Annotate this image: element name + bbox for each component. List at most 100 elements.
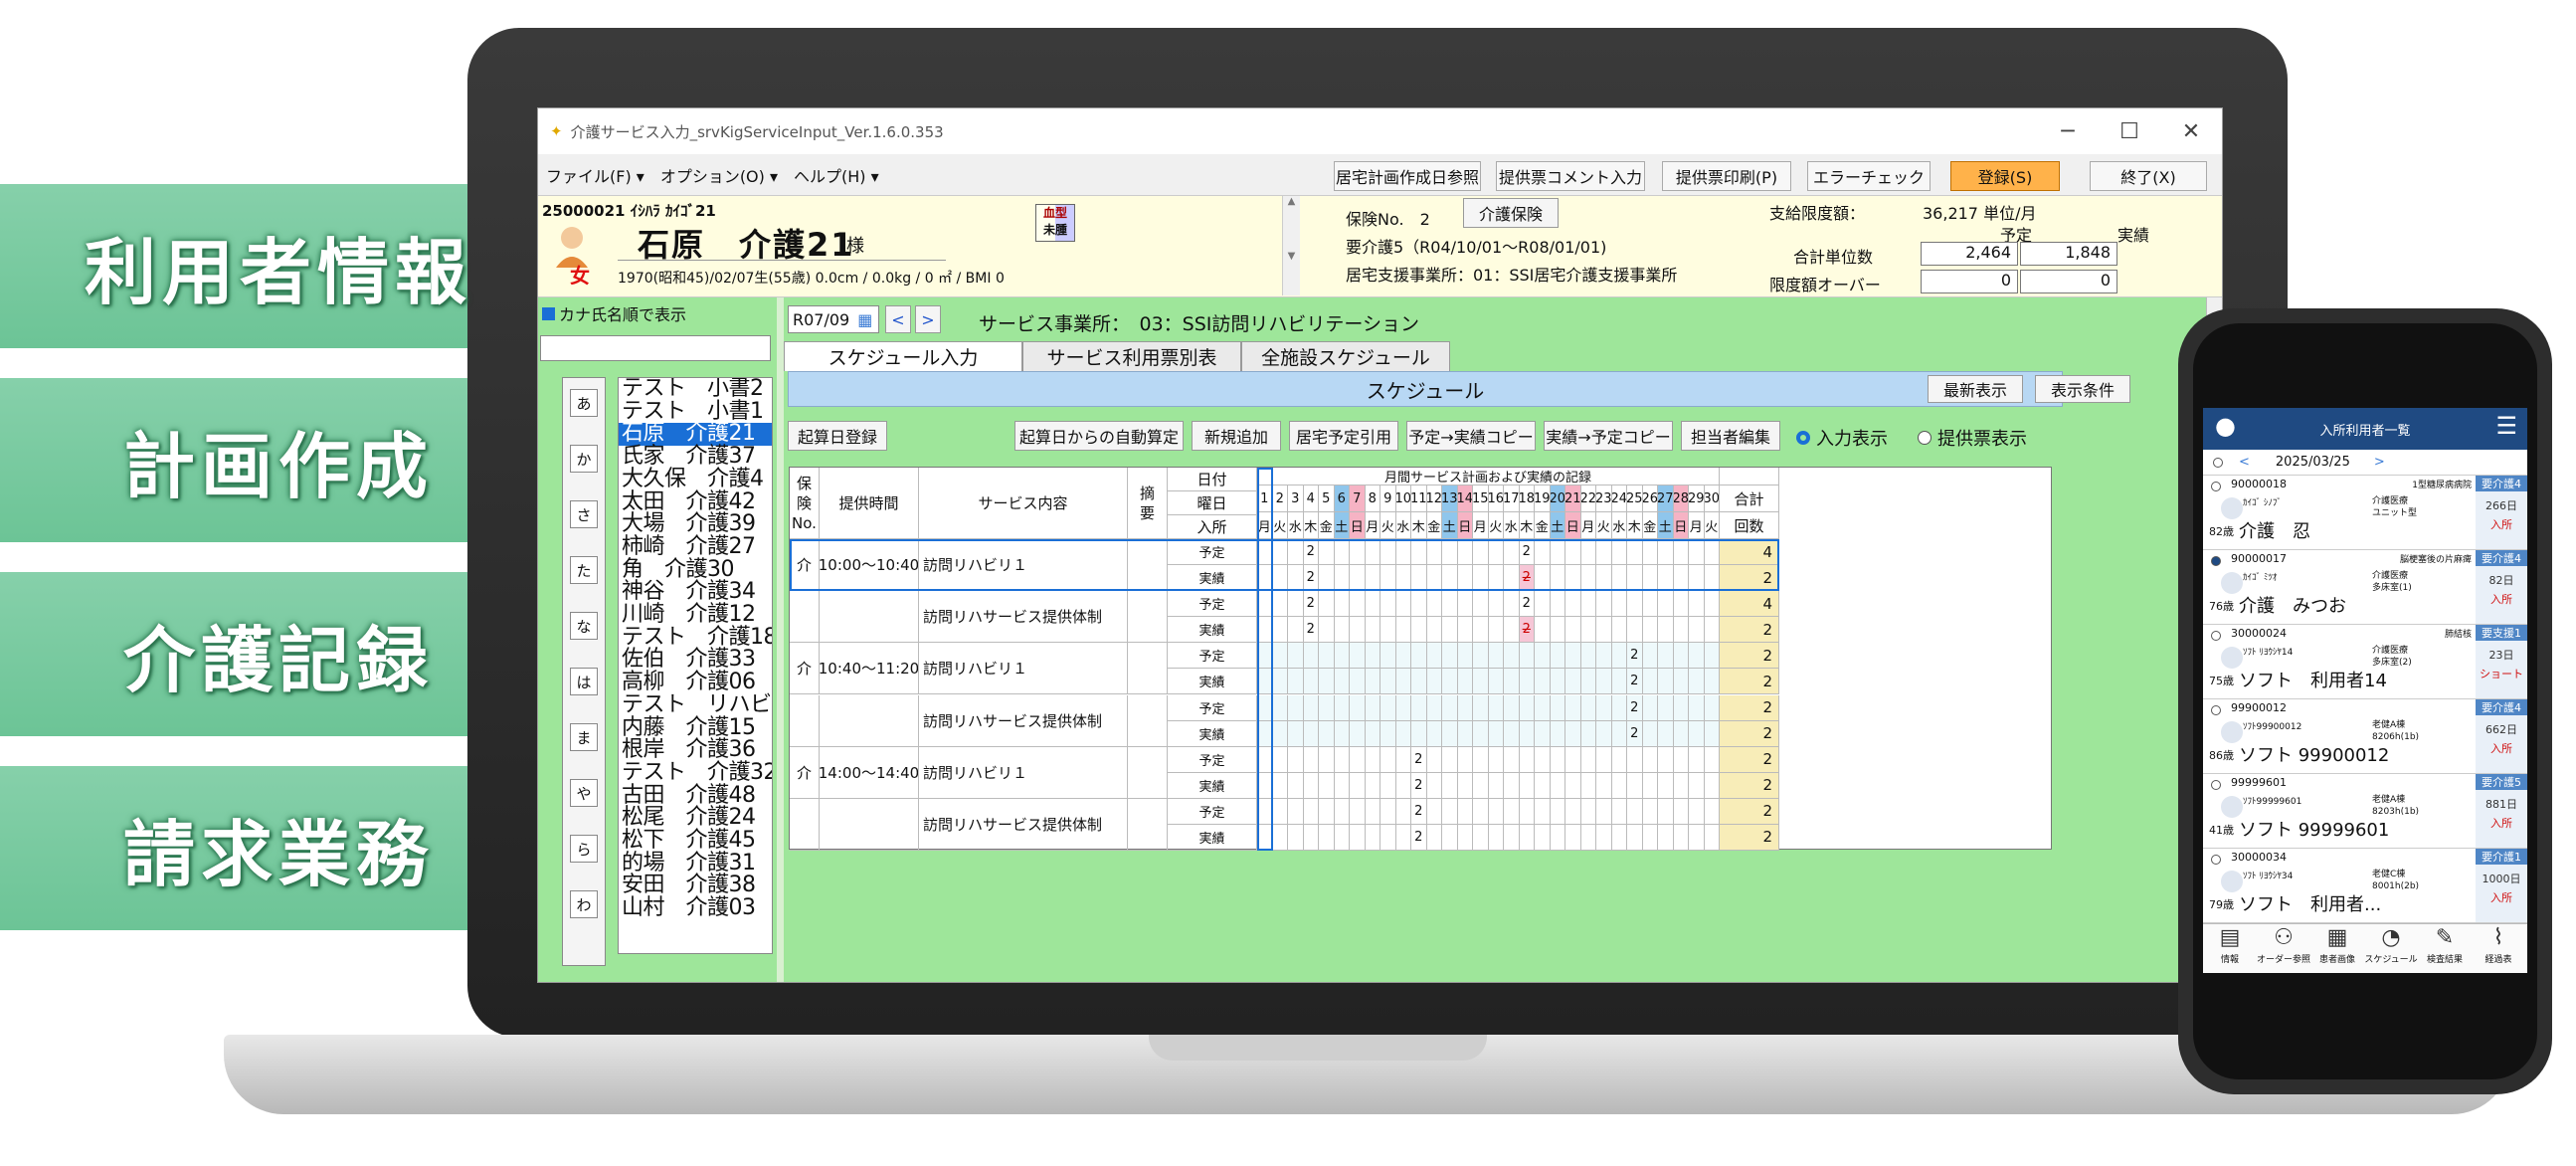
day-value-cell[interactable] [1627, 591, 1643, 618]
radio-provide-view[interactable]: 提供票表示 [1918, 425, 2027, 451]
day-value-cell[interactable] [1689, 565, 1705, 592]
exit-button[interactable]: 終了(X) [2090, 161, 2207, 191]
day-value-cell[interactable] [1319, 824, 1335, 851]
day-value-cell[interactable] [1704, 798, 1720, 825]
day-value-cell[interactable] [1488, 669, 1504, 695]
kana-index-button[interactable]: か [570, 445, 598, 473]
day-value-cell[interactable] [1535, 643, 1551, 670]
day-value-cell[interactable] [1426, 565, 1442, 592]
day-value-cell[interactable] [1395, 565, 1411, 592]
radio-input-view[interactable]: 入力表示 [1796, 425, 1888, 451]
day-value-cell[interactable] [1457, 746, 1473, 773]
day-value-cell[interactable] [1673, 720, 1689, 747]
day-value-cell[interactable] [1395, 746, 1411, 773]
day-value-cell[interactable] [1504, 669, 1520, 695]
day-value-cell[interactable] [1334, 565, 1350, 592]
day-value-cell[interactable] [1426, 720, 1442, 747]
day-value-cell[interactable] [1504, 591, 1520, 618]
radio-empty-icon[interactable] [1918, 431, 1932, 445]
actual-to-plan-button[interactable]: 実績→予定コピー [1544, 421, 1673, 451]
day-value-cell[interactable] [1380, 798, 1396, 825]
refresh-button[interactable]: 最新表示 [1928, 375, 2023, 403]
day-value-cell[interactable]: 2 [1411, 798, 1427, 825]
day-value-cell[interactable] [1334, 591, 1350, 618]
month-select[interactable]: R07/09 ▦ [788, 305, 879, 333]
day-value-cell[interactable] [1380, 591, 1396, 618]
day-value-cell[interactable] [1288, 720, 1304, 747]
day-value-cell[interactable] [1611, 669, 1627, 695]
name-list-item[interactable]: テスト 小書2 [619, 378, 772, 401]
day-value-cell[interactable] [1473, 746, 1489, 773]
day-value-cell[interactable] [1550, 591, 1565, 618]
select-all-icon[interactable] [2213, 457, 2223, 468]
day-value-cell[interactable] [1457, 539, 1473, 566]
day-value-cell[interactable] [1288, 694, 1304, 721]
day-value-cell[interactable] [1426, 694, 1442, 721]
day-value-cell[interactable] [1272, 772, 1288, 799]
day-value-cell[interactable] [1319, 720, 1335, 747]
kana-index-button[interactable]: な [570, 612, 598, 640]
kana-index-button[interactable]: は [570, 668, 598, 695]
day-value-cell[interactable] [1411, 643, 1427, 670]
day-value-cell[interactable] [1272, 617, 1288, 644]
kana-sort-option[interactable]: カナ氏名順で表示 [542, 301, 686, 325]
day-value-cell[interactable] [1642, 720, 1658, 747]
name-list-item[interactable]: 佐伯 介護33 [619, 649, 772, 672]
day-value-cell[interactable] [1257, 746, 1273, 773]
day-value-cell[interactable]: 2 [1303, 617, 1319, 644]
day-value-cell[interactable] [1288, 565, 1304, 592]
day-value-cell[interactable] [1257, 824, 1273, 851]
resident-row[interactable]: 90000018 ｶｲｺﾞ ｼﾉﾌﾞ 82歳 介護 忍 1型糖尿病病院 介護医療 ユニット… [2203, 476, 2527, 550]
day-value-cell[interactable] [1473, 720, 1489, 747]
day-value-cell[interactable] [1535, 565, 1551, 592]
resident-checkbox-icon[interactable] [2211, 482, 2221, 491]
day-value-cell[interactable] [1488, 539, 1504, 566]
day-value-cell[interactable] [1642, 643, 1658, 670]
print-button[interactable]: 提供票印刷(P) [1662, 161, 1791, 191]
day-value-cell[interactable] [1272, 539, 1288, 566]
day-value-cell[interactable] [1627, 824, 1643, 851]
kana-index-button[interactable]: わ [570, 890, 598, 918]
day-value-cell[interactable] [1303, 746, 1319, 773]
day-value-cell[interactable] [1519, 798, 1535, 825]
day-value-cell[interactable] [1565, 539, 1581, 566]
day-value-cell[interactable] [1488, 643, 1504, 670]
day-value-cell[interactable] [1288, 539, 1304, 566]
day-value-cell[interactable] [1257, 643, 1273, 670]
day-value-cell[interactable] [1350, 591, 1366, 618]
day-value-cell[interactable] [1457, 617, 1473, 644]
day-value-cell[interactable] [1473, 565, 1489, 592]
day-value-cell[interactable] [1488, 565, 1504, 592]
day-value-cell[interactable] [1704, 539, 1720, 566]
day-value-cell[interactable] [1303, 643, 1319, 670]
next-date-icon[interactable]: > [2374, 455, 2385, 470]
day-value-cell[interactable] [1272, 643, 1288, 670]
day-value-cell[interactable] [1689, 746, 1705, 773]
info-scrollbar[interactable]: ▲ ▼ [1282, 196, 1300, 295]
day-value-cell[interactable] [1689, 539, 1705, 566]
day-value-cell[interactable] [1457, 669, 1473, 695]
day-value-cell[interactable] [1473, 617, 1489, 644]
day-value-cell[interactable] [1457, 694, 1473, 721]
home-plan-quote-button[interactable]: 居宅予定引用 [1289, 421, 1398, 451]
day-value-cell[interactable] [1596, 643, 1612, 670]
day-value-cell[interactable] [1704, 591, 1720, 618]
day-value-cell[interactable] [1611, 617, 1627, 644]
day-value-cell[interactable] [1704, 746, 1720, 773]
day-value-cell[interactable] [1611, 565, 1627, 592]
day-value-cell[interactable] [1288, 591, 1304, 618]
day-value-cell[interactable] [1535, 746, 1551, 773]
day-value-cell[interactable] [1457, 565, 1473, 592]
kana-index-button[interactable]: あ [570, 389, 598, 417]
day-value-cell[interactable] [1535, 798, 1551, 825]
day-value-cell[interactable] [1334, 772, 1350, 799]
error-check-button[interactable]: エラーチェック [1807, 161, 1931, 191]
day-value-cell[interactable] [1658, 772, 1674, 799]
day-value-cell[interactable] [1565, 746, 1581, 773]
radio-selected-icon[interactable] [1796, 431, 1810, 445]
care-insurance-button[interactable]: 介護保険 [1463, 198, 1559, 228]
day-value-cell[interactable] [1596, 669, 1612, 695]
name-list-item[interactable]: 高柳 介護06 [619, 671, 772, 694]
day-value-cell[interactable] [1380, 746, 1396, 773]
day-value-cell[interactable] [1395, 669, 1411, 695]
